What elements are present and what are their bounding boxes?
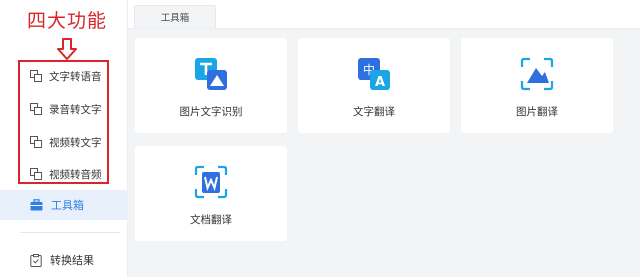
sidebar: 四大功能 文字转语音 录音转文字 视频转文字 视频转音频 工具箱 转换结果 xyxy=(0,0,128,277)
card-label: 文字翻译 xyxy=(353,106,395,118)
card-document-translate[interactable]: 文档翻译 xyxy=(135,146,287,241)
card-image-text-ocr[interactable]: 图片文字识别 xyxy=(135,38,287,133)
sidebar-item-conversion-results[interactable]: 转换结果 xyxy=(30,252,94,268)
sidebar-item-label: 视频转音频 xyxy=(49,168,102,181)
image-translate-icon xyxy=(520,57,554,91)
clipboard-icon xyxy=(30,253,42,267)
convert-icon xyxy=(30,168,42,180)
sidebar-item-label: 视频转文字 xyxy=(49,136,102,149)
sidebar-item-video-to-text[interactable]: 视频转文字 xyxy=(30,132,102,152)
toolbox-icon xyxy=(30,199,43,211)
sidebar-item-recording-to-text[interactable]: 录音转文字 xyxy=(30,99,102,119)
card-label: 图片翻译 xyxy=(516,106,558,118)
sidebar-item-text-to-speech[interactable]: 文字转语音 xyxy=(30,66,102,86)
card-label: 图片文字识别 xyxy=(179,106,243,118)
sidebar-item-label: 工具箱 xyxy=(51,199,84,212)
text-translate-icon: 中 A xyxy=(358,58,390,90)
tab-toolbox[interactable]: 工具箱 xyxy=(134,5,216,28)
convert-icon xyxy=(30,103,42,115)
sidebar-item-video-to-audio[interactable]: 视频转音频 xyxy=(30,164,102,184)
tab-bar: 工具箱 xyxy=(128,0,640,29)
convert-icon xyxy=(30,136,42,148)
main-panel: 工具箱 图片文字识别 中 A 文字翻译 图片翻译 文档翻译 xyxy=(128,0,640,277)
sidebar-item-toolbox[interactable]: 工具箱 xyxy=(0,190,127,220)
card-label: 文档翻译 xyxy=(190,214,232,226)
convert-icon xyxy=(30,70,42,82)
sidebar-item-label: 文字转语音 xyxy=(49,70,102,83)
sidebar-item-label: 录音转文字 xyxy=(49,103,102,116)
annotation-title: 四大功能 xyxy=(27,10,108,32)
down-arrow-icon xyxy=(57,38,77,60)
card-text-translate[interactable]: 中 A 文字翻译 xyxy=(298,38,450,133)
tab-label: 工具箱 xyxy=(160,13,190,24)
svg-text:A: A xyxy=(375,75,385,90)
image-text-ocr-icon xyxy=(195,58,227,90)
sidebar-divider xyxy=(20,232,120,233)
sidebar-item-label: 转换结果 xyxy=(50,254,94,267)
document-translate-icon xyxy=(194,165,228,199)
card-image-translate[interactable]: 图片翻译 xyxy=(461,38,613,133)
